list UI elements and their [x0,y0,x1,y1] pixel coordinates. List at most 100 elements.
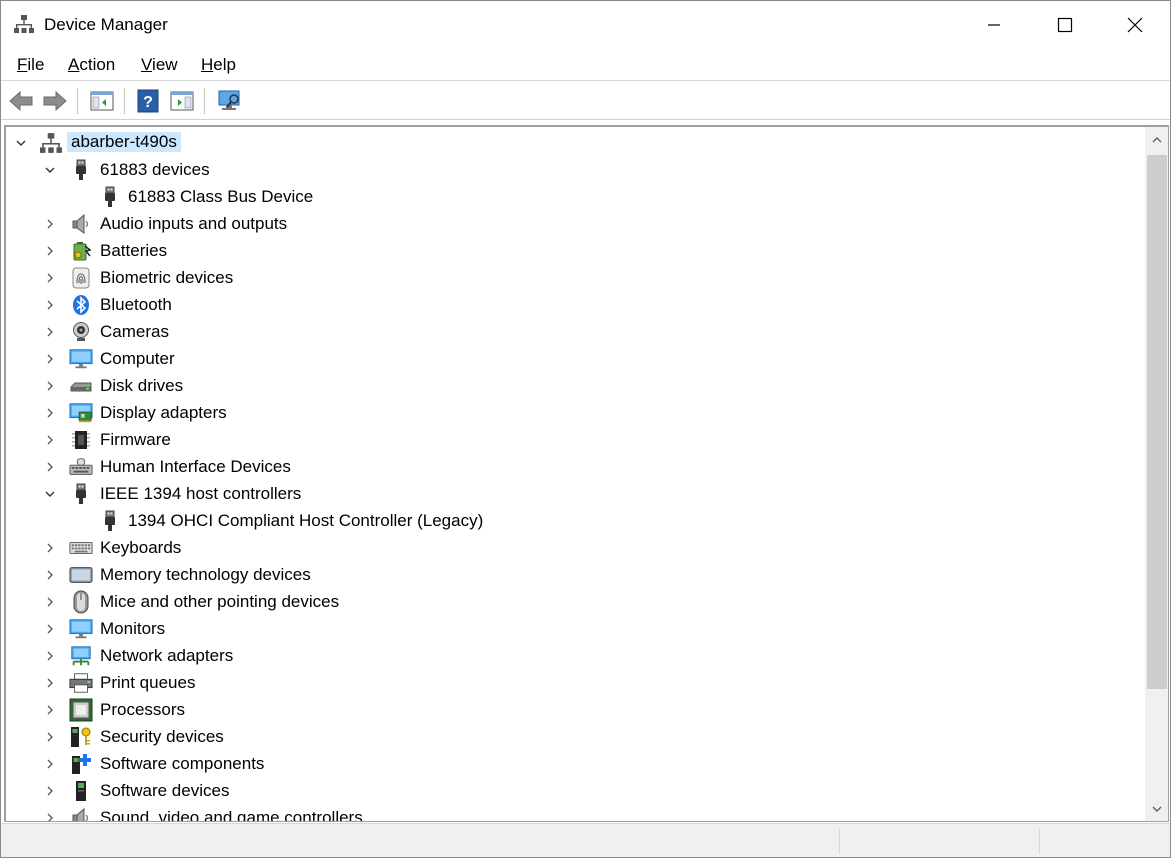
menu-action[interactable]: Action [68,55,115,75]
vertical-scrollbar[interactable] [1145,127,1168,821]
menu-help[interactable]: Help [201,55,236,75]
back-arrow-icon [9,90,33,112]
chevron-right-icon[interactable] [43,460,57,474]
chevron-right-icon[interactable] [43,568,57,582]
menu-file-rest: ile [27,55,45,74]
tree-category-item[interactable]: Monitors [6,615,1143,642]
chevron-right-icon[interactable] [43,757,57,771]
status-cell [1039,828,1170,854]
tree-category-item[interactable]: Software devices [6,777,1143,804]
forward-arrow-icon [43,90,67,112]
chevron-right-icon[interactable] [43,730,57,744]
display-adapter-icon [69,401,93,425]
tree-category-item[interactable]: Batteries [6,237,1143,264]
forward-button[interactable] [41,87,69,115]
menu-bar: File Action View Help [1,48,1170,81]
tree-item-label: Computer [100,349,175,368]
tree-category-item[interactable]: 61883 devices [6,156,1143,183]
properties-icon [170,91,194,111]
software-component-icon [69,752,93,776]
tree-category-item[interactable]: Network adapters [6,642,1143,669]
chevron-right-icon[interactable] [43,352,57,366]
tree-item-label: 61883 devices [100,160,210,179]
chevron-down-icon[interactable] [14,136,28,150]
chevron-right-icon[interactable] [43,595,57,609]
toolbar-separator [204,88,205,114]
tree-category-item[interactable]: Computer [6,345,1143,372]
status-bar [1,823,1170,857]
chevron-right-icon[interactable] [43,784,57,798]
tree-category-item[interactable]: Security devices [6,723,1143,750]
chevron-right-icon[interactable] [43,271,57,285]
tree-device-item[interactable]: 1394 OHCI Compliant Host Controller (Leg… [6,507,1143,534]
tree-item-label: Human Interface Devices [100,457,291,476]
usb-plug-icon [98,185,122,209]
back-button[interactable] [7,87,35,115]
menu-view[interactable]: View [141,55,178,75]
chevron-right-icon[interactable] [43,541,57,555]
scroll-thumb[interactable] [1147,155,1167,689]
chevron-right-icon[interactable] [43,811,57,821]
network-adapter-icon [69,644,93,668]
chevron-right-icon[interactable] [43,649,57,663]
tree-device-item[interactable]: 61883 Class Bus Device [6,183,1143,210]
tree-category-item[interactable]: Memory technology devices [6,561,1143,588]
show-hide-console-tree-icon [90,91,114,111]
tree-item-label: Cameras [100,322,169,341]
chevron-right-icon[interactable] [43,433,57,447]
tree-category-item[interactable]: Processors [6,696,1143,723]
tree-category-item[interactable]: IEEE 1394 host controllers [6,480,1143,507]
tree-category-item[interactable]: Audio inputs and outputs [6,210,1143,237]
tree-item-label: 1394 OHCI Compliant Host Controller (Leg… [128,511,484,530]
security-key-icon [69,725,93,749]
tree-category-item[interactable]: Disk drives [6,372,1143,399]
chevron-down-icon[interactable] [43,487,57,501]
tree-item-label: Bluetooth [100,295,172,314]
processor-icon [69,698,93,722]
memory-card-icon [69,563,93,587]
tree-category-item[interactable]: Display adapters [6,399,1143,426]
device-manager-window: Device Manager File Action View Help ? a… [0,0,1171,858]
properties-button[interactable] [168,87,196,115]
chevron-right-icon[interactable] [43,325,57,339]
chevron-right-icon[interactable] [43,406,57,420]
scan-hardware-button[interactable] [216,87,244,115]
toolbar-separator [77,88,78,114]
tree-category-item[interactable]: Mice and other pointing devices [6,588,1143,615]
tree-category-item[interactable]: Bluetooth [6,291,1143,318]
chevron-right-icon[interactable] [43,703,57,717]
fingerprint-icon [69,266,93,290]
menu-file[interactable]: File [17,55,44,75]
maximize-button[interactable] [1030,1,1100,48]
chevron-right-icon[interactable] [43,244,57,258]
device-tree[interactable]: abarber-t490s 61883 devices 61883 Class B… [6,127,1143,821]
chevron-down-icon[interactable] [43,163,57,177]
scroll-down-button[interactable] [1145,796,1168,821]
tree-item-label: Firmware [100,430,171,449]
scroll-up-button[interactable] [1145,127,1168,153]
close-button[interactable] [1100,1,1170,48]
minimize-button[interactable] [959,1,1029,48]
tree-category-item[interactable]: Human Interface Devices [6,453,1143,480]
tree-item-label: Display adapters [100,403,227,422]
chevron-right-icon[interactable] [43,622,57,636]
chevron-right-icon[interactable] [43,298,57,312]
tree-category-item[interactable]: Print queues [6,669,1143,696]
keyboard-icon [69,536,93,560]
tree-category-item[interactable]: Software components [6,750,1143,777]
chevron-right-icon[interactable] [43,676,57,690]
chevron-right-icon[interactable] [43,379,57,393]
title-bar[interactable]: Device Manager [1,1,1170,48]
show-hide-console-tree-button[interactable] [88,87,116,115]
tree-category-item[interactable]: Biometric devices [6,264,1143,291]
chevron-right-icon[interactable] [43,217,57,231]
tree-root[interactable]: abarber-t490s [6,129,1143,156]
tree-category-item[interactable]: Keyboards [6,534,1143,561]
disk-drive-icon [69,374,93,398]
tree-category-item[interactable]: Sound, video and game controllers [6,804,1143,821]
tree-item-label: IEEE 1394 host controllers [100,484,302,503]
tree-category-item[interactable]: Firmware [6,426,1143,453]
help-button[interactable]: ? [134,87,162,115]
tree-category-item[interactable]: Cameras [6,318,1143,345]
device-manager-icon [14,14,34,34]
